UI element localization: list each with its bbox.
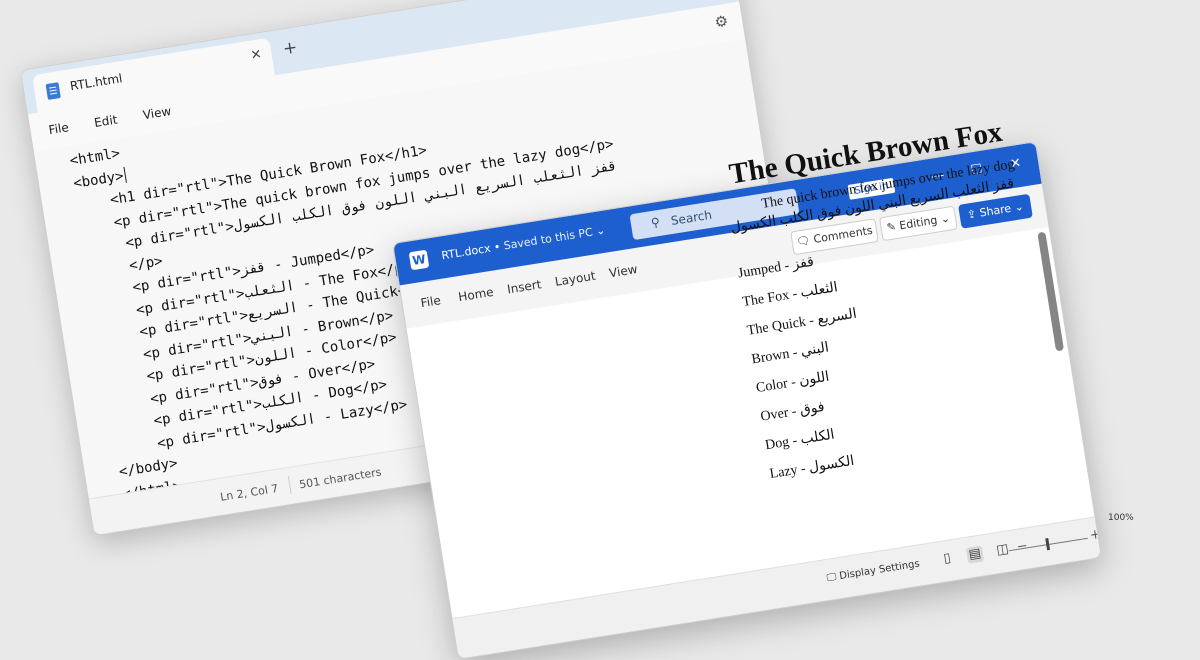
display-settings-button[interactable]: 🖵 Display Settings <box>826 558 920 584</box>
notepad-tab-title: RTL.html <box>69 71 124 94</box>
document-body: The Quick Brown Fox The quick brown fox … <box>720 115 1059 495</box>
notepad-icon <box>45 82 61 100</box>
print-layout-icon[interactable]: ▤ <box>965 545 985 564</box>
character-count: 501 characters <box>298 465 383 492</box>
close-tab-icon[interactable]: ✕ <box>250 47 263 64</box>
tab-file[interactable]: File <box>420 293 442 310</box>
save-status: Saved to this PC <box>502 225 594 253</box>
zoom-in-button[interactable]: + <box>1086 526 1102 544</box>
notepad-tab[interactable]: RTL.html ✕ <box>31 37 275 113</box>
cursor-position: Ln 2, Col 7 <box>219 481 280 504</box>
document-name: RTL.docx <box>440 241 492 263</box>
tab-insert[interactable]: Insert <box>506 277 542 296</box>
menu-edit[interactable]: Edit <box>93 112 118 129</box>
zoom-percent[interactable]: 100% <box>1108 513 1134 523</box>
display-settings-label: Display Settings <box>838 558 921 583</box>
new-tab-button[interactable]: + <box>281 37 298 59</box>
menu-file[interactable]: File <box>48 120 70 137</box>
menu-view[interactable]: View <box>142 104 172 122</box>
tab-layout[interactable]: Layout <box>554 269 596 289</box>
word-logo-icon: W <box>408 249 430 271</box>
gear-icon[interactable]: ⚙ <box>713 12 729 32</box>
chevron-down-icon: ⌄ <box>595 223 607 238</box>
tab-view[interactable]: View <box>608 262 638 280</box>
search-placeholder: Search <box>669 207 713 228</box>
search-icon: ⚲ <box>650 214 661 231</box>
read-mode-icon[interactable]: ▯ <box>938 550 956 568</box>
status-divider <box>287 475 292 494</box>
tab-home[interactable]: Home <box>457 285 494 304</box>
